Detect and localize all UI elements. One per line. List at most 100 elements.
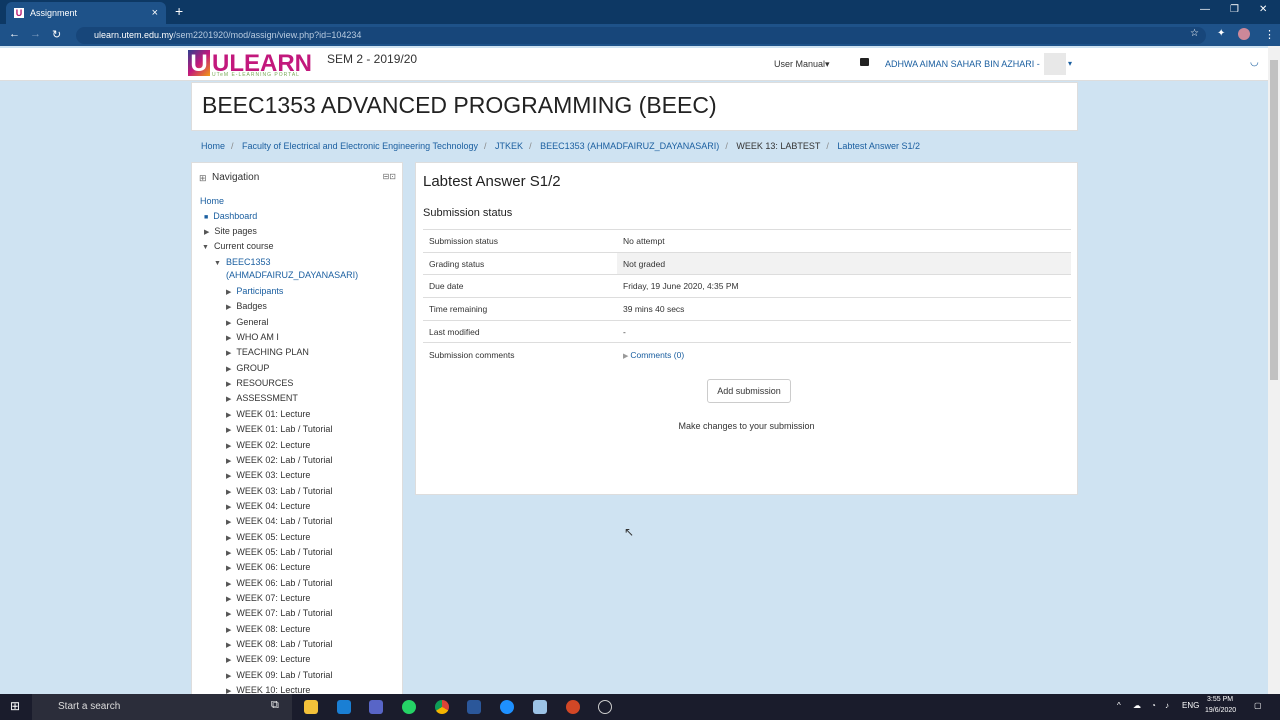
expand-arrow-icon: ▶: [226, 365, 232, 373]
whatsapp-icon[interactable]: [402, 700, 416, 714]
new-tab-button[interactable]: +: [175, 3, 183, 19]
nav-section-item[interactable]: ▶ WEEK 09: Lab / Tutorial: [226, 670, 332, 680]
tray-overflow-icon[interactable]: ^: [1117, 701, 1121, 710]
nav-section-item[interactable]: ▶ WEEK 08: Lecture: [226, 624, 310, 634]
windows-start-icon[interactable]: ⊞: [10, 699, 24, 713]
nav-section-item[interactable]: ▶ GROUP: [226, 363, 269, 373]
profile-avatar-icon[interactable]: [1238, 28, 1250, 40]
add-submission-button[interactable]: Add submission: [707, 379, 791, 403]
nav-section-item[interactable]: ▶ WHO AM I: [226, 332, 279, 342]
nav-section-item[interactable]: ▶ WEEK 07: Lecture: [226, 593, 310, 603]
obs-icon[interactable]: [598, 700, 612, 714]
nav-section-item[interactable]: ▶ WEEK 06: Lecture: [226, 562, 310, 572]
nav-section-item[interactable]: ▶ WEEK 08: Lab / Tutorial: [226, 639, 332, 649]
discord-icon[interactable]: [369, 700, 383, 714]
nav-section-item[interactable]: ▶ WEEK 01: Lecture: [226, 409, 310, 419]
nav-section-item[interactable]: ▶ TEACHING PLAN: [226, 347, 309, 357]
nav-section-item[interactable]: ▶ WEEK 05: Lab / Tutorial: [226, 547, 332, 557]
volume-icon[interactable]: ♪: [1165, 701, 1169, 710]
nav-section-item[interactable]: ▶ RESOURCES: [226, 378, 293, 388]
minimize-button[interactable]: —: [1200, 4, 1210, 15]
nav-site-pages[interactable]: ▶ Site pages: [204, 226, 257, 236]
breadcrumb-faculty[interactable]: Faculty of Electrical and Electronic Eng…: [242, 141, 478, 151]
close-window-button[interactable]: ✕: [1259, 4, 1267, 15]
avatar[interactable]: [1044, 53, 1066, 75]
page-scrollbar[interactable]: [1268, 46, 1280, 694]
nav-section-item[interactable]: ▶ WEEK 03: Lecture: [226, 470, 310, 480]
forward-button[interactable]: →: [30, 28, 41, 40]
extensions-icon[interactable]: ✦: [1217, 28, 1225, 39]
user-manual-menu[interactable]: User Manual▾: [774, 59, 830, 70]
nav-dashboard[interactable]: ■ Dashboard: [204, 211, 257, 221]
taskbar-search[interactable]: Start a search: [32, 694, 292, 720]
loading-spinner-icon: ◡: [1250, 57, 1259, 68]
close-tab-icon[interactable]: ×: [152, 7, 158, 19]
expand-arrow-icon: ▶: [226, 503, 232, 511]
chrome-icon[interactable]: [435, 700, 449, 714]
word-icon[interactable]: [467, 700, 481, 714]
table-row: Submission comments ▶ Comments (0): [423, 342, 1071, 366]
row-value: Not graded: [623, 258, 666, 269]
file-explorer-icon[interactable]: [304, 700, 318, 714]
bookmark-star-icon[interactable]: ☆: [1190, 28, 1199, 39]
mouse-cursor-icon: ↖: [624, 525, 635, 539]
nav-section-item[interactable]: ▶ WEEK 02: Lab / Tutorial: [226, 455, 332, 465]
browser-tab[interactable]: U Assignment ×: [6, 2, 166, 24]
nav-section-label: TEACHING PLAN: [236, 347, 309, 358]
nav-section-item[interactable]: ▶ Badges: [226, 301, 267, 311]
wifi-icon[interactable]: ◔: [1151, 701, 1156, 710]
nav-section-item[interactable]: ▶ WEEK 07: Lab / Tutorial: [226, 608, 332, 618]
reload-button[interactable]: ↻: [52, 28, 61, 41]
nav-section-item[interactable]: ▶ WEEK 04: Lab / Tutorial: [226, 516, 332, 526]
nav-section-item[interactable]: ▶ WEEK 04: Lecture: [226, 501, 310, 511]
app-cube-icon[interactable]: [533, 700, 547, 714]
nav-home[interactable]: Home: [200, 196, 224, 206]
comments-link[interactable]: ▶ Comments (0): [623, 350, 684, 360]
nav-course-owner[interactable]: (AHMADFAIRUZ_DAYANASARI): [226, 270, 358, 280]
url-input[interactable]: ulearn.utem.edu.my/sem2201920/mod/assign…: [76, 27, 1206, 44]
breadcrumb-course[interactable]: BEEC1353 (AHMADFAIRUZ_DAYANASARI): [540, 141, 719, 151]
clock-time[interactable]: 3:55 PM: [1207, 696, 1233, 703]
back-button[interactable]: ←: [9, 28, 20, 40]
block-controls-icon[interactable]: ⊟⊡: [383, 172, 396, 181]
nav-section-label: WEEK 05: Lecture: [236, 531, 311, 542]
notifications-icon[interactable]: ▢: [1254, 701, 1262, 710]
nav-section-item[interactable]: ▶ WEEK 05: Lecture: [226, 532, 310, 542]
table-row: Due date Friday, 19 June 2020, 4:35 PM: [423, 274, 1071, 298]
expand-arrow-icon: ▶: [226, 335, 232, 343]
language-indicator[interactable]: ENG: [1182, 701, 1199, 710]
scrollbar-thumb[interactable]: [1270, 60, 1278, 380]
user-menu[interactable]: ADHWA AIMAN SAHAR BIN AZHARI -: [885, 59, 1040, 69]
nav-section-item[interactable]: ▶ WEEK 01: Lab / Tutorial: [226, 424, 332, 434]
breadcrumb-assignment[interactable]: Labtest Answer S1/2: [837, 141, 920, 151]
expand-arrow-icon: ▶: [226, 611, 232, 619]
restore-button[interactable]: ❐: [1230, 4, 1239, 15]
nav-current-course[interactable]: ▼ Current course: [202, 241, 273, 251]
browser-menu-icon[interactable]: ⋮: [1264, 28, 1275, 41]
onedrive-icon[interactable]: ☁: [1133, 701, 1141, 710]
powerpoint-icon[interactable]: [566, 700, 580, 714]
nav-section-item[interactable]: ▶ General: [226, 317, 268, 327]
chevron-down-icon[interactable]: ▾: [1068, 59, 1072, 68]
row-label: Grading status: [423, 251, 617, 275]
expand-arrow-icon: ▶: [226, 442, 232, 450]
nav-course[interactable]: ▼ BEEC1353: [214, 257, 270, 267]
taskbar: ⊞ Start a search ⧉ ^ ☁ ◔ ♪ ENG 3:55 PM 1…: [0, 694, 1280, 720]
messages-icon[interactable]: [860, 58, 869, 66]
nav-section-item[interactable]: ▶ WEEK 02: Lecture: [226, 440, 310, 450]
breadcrumb-home[interactable]: Home: [201, 141, 225, 151]
ulearn-logo[interactable]: U ULEARN UTeM E-LEARNING PORTAL: [188, 50, 312, 78]
mail-icon[interactable]: [337, 700, 351, 714]
nav-section-item[interactable]: ▶ WEEK 09: Lecture: [226, 654, 310, 664]
clock-date[interactable]: 19/6/2020: [1205, 707, 1236, 714]
nav-section-item[interactable]: ▶ ASSESSMENT: [226, 393, 298, 403]
nav-section-item[interactable]: ▶ WEEK 06: Lab / Tutorial: [226, 578, 332, 588]
nav-section-item[interactable]: ▶ Participants: [226, 286, 283, 296]
row-value-cell: Not graded: [617, 251, 1071, 275]
task-view-icon[interactable]: ⧉: [271, 699, 285, 713]
edge-icon[interactable]: [500, 700, 514, 714]
breadcrumb-department[interactable]: JTKEK: [495, 141, 523, 151]
nav-section-item[interactable]: ▶ WEEK 03: Lab / Tutorial: [226, 486, 332, 496]
nav-section-label: General: [236, 316, 269, 327]
expand-arrow-icon: ▶: [226, 580, 232, 588]
